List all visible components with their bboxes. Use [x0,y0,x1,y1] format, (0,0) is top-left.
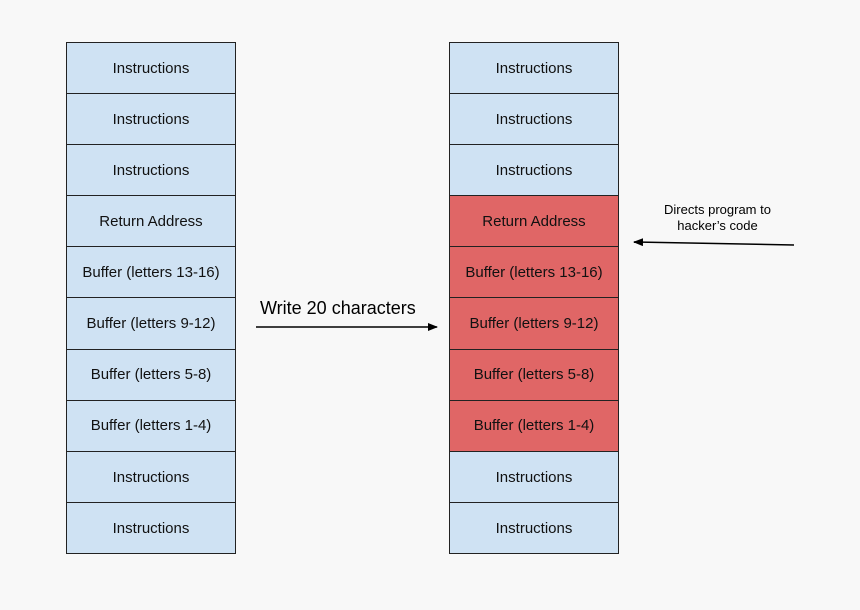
write-arrow-label: Write 20 characters [260,298,416,318]
directs-arrow [633,238,795,247]
directs-arrow-label: Directs program to hacker’s code [664,202,771,233]
arrows-layer [256,238,795,331]
